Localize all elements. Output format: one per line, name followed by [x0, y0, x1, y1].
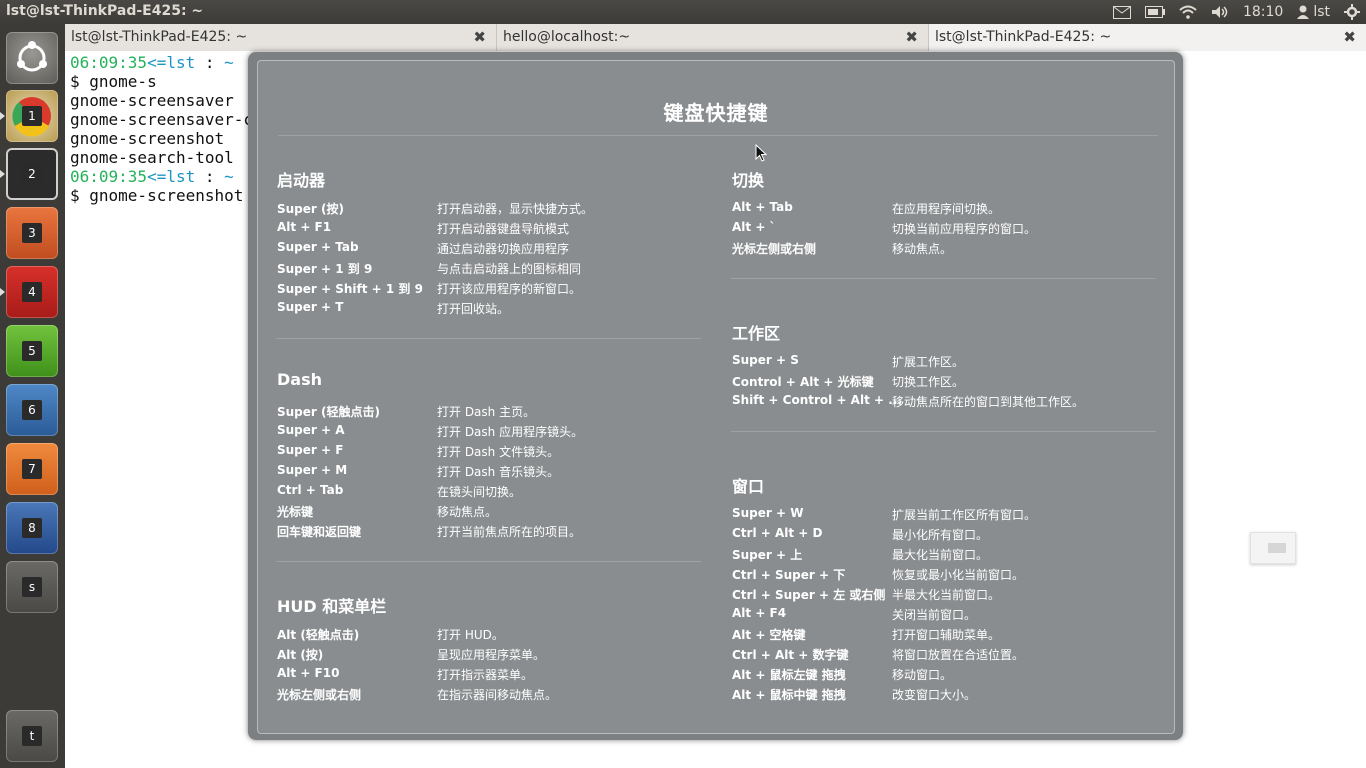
- tab-label: lst@lst-ThinkPad-E425: ~: [935, 29, 1112, 45]
- launcher-badge: 8: [22, 518, 42, 538]
- prompt-line: 06:09:35<=lst : ~: [70, 167, 234, 186]
- running-indicator: [0, 112, 5, 120]
- close-icon[interactable]: ✖: [1343, 28, 1356, 46]
- running-indicator: [0, 170, 5, 178]
- tab-1[interactable]: lst@lst-ThinkPad-E425: ~ ✖: [65, 24, 497, 51]
- volume-icon[interactable]: [1211, 5, 1229, 19]
- prompt-line: 06:09:35<=lst : ~: [70, 53, 234, 72]
- section-launcher: 启动器 Super (按) 打开启动器，显示快捷方式。 Alt + F1 打开启动器…: [277, 167, 593, 316]
- user-menu[interactable]: lst: [1297, 4, 1330, 20]
- section-heading: HUD 和菜单栏: [277, 597, 387, 616]
- shortcuts-overlay: 键盘快捷键 启动器 Super (按) 打开启动器，显示快捷方式。 Alt + F…: [248, 52, 1183, 740]
- launcher-badge: 7: [22, 459, 42, 479]
- app-green-icon[interactable]: 5: [6, 325, 58, 377]
- terminal-line: $ gnome-screenshot: [70, 186, 244, 205]
- section-heading: Dash: [277, 370, 322, 389]
- divider: [276, 338, 701, 339]
- wifi-icon[interactable]: [1179, 5, 1197, 19]
- clock[interactable]: 18:10: [1243, 4, 1283, 20]
- launcher-badge: 3: [22, 223, 42, 243]
- terminal-icon[interactable]: 2: [0, 148, 58, 200]
- notification-bubble: [1250, 532, 1296, 564]
- divider: [731, 431, 1156, 432]
- terminal-line: gnome-search-tool: [70, 148, 234, 167]
- tab-3[interactable]: lst@lst-ThinkPad-E425: ~ ✖: [929, 24, 1366, 51]
- launcher-badge: 1: [22, 106, 42, 126]
- mouse-cursor-icon: [755, 143, 768, 166]
- tab-2[interactable]: hello@localhost:~ ✖: [497, 24, 929, 51]
- section-switching: 切换 Alt + Tab 在应用程序间切换。 Alt + ` 切换当前应用程序的窗口…: [732, 167, 1036, 256]
- launcher-badge: 5: [22, 341, 42, 361]
- divider: [731, 278, 1156, 279]
- terminal-line: $ gnome-s: [70, 72, 157, 91]
- section-dash: Dash Super (轻触点击) 打开 Dash 主页。 Super + A 打开…: [277, 370, 584, 539]
- dash-home-icon[interactable]: [6, 32, 58, 84]
- chrome-icon[interactable]: 1: [0, 90, 58, 142]
- tab-label: lst@lst-ThinkPad-E425: ~: [71, 29, 248, 45]
- close-icon[interactable]: ✖: [905, 28, 918, 46]
- tab-label: hello@localhost:~: [503, 29, 631, 45]
- overlay-title: 键盘快捷键: [663, 101, 769, 125]
- section-heading: 工作区: [732, 324, 781, 343]
- launcher-badge: s: [22, 577, 42, 597]
- close-icon[interactable]: ✖: [473, 28, 486, 46]
- launcher-badge: t: [22, 726, 42, 746]
- section-windows: 窗口 Super + W 扩展当前工作区所有窗口。 Ctrl + Alt + D最…: [732, 473, 1036, 702]
- trash-icon[interactable]: t: [6, 710, 58, 762]
- files-icon[interactable]: 3: [6, 207, 58, 259]
- terminal-line: gnome-screensaver: [70, 91, 234, 110]
- section-heading: 启动器: [277, 171, 326, 190]
- top-panel: lst@lst-ThinkPad-E425: ~ 18:10 lst: [0, 0, 1366, 24]
- launcher-badge: 6: [22, 400, 42, 420]
- section-heading: 窗口: [732, 477, 765, 496]
- terminal-line: gnome-screenshot: [70, 129, 225, 148]
- divider: [278, 135, 1158, 136]
- indicator-tray: 18:10 lst: [1112, 0, 1360, 24]
- launcher: 1 2 3 4 5 6 7 8 s t: [0, 24, 66, 768]
- battery-icon[interactable]: [1144, 6, 1165, 18]
- mail-icon[interactable]: [1112, 5, 1131, 19]
- thunderbird-icon[interactable]: 6: [6, 384, 58, 436]
- window-title: lst@lst-ThinkPad-E425: ~: [6, 3, 204, 19]
- launcher-badge: 2: [22, 164, 42, 184]
- filezilla-icon[interactable]: 4: [0, 266, 58, 318]
- workspace-switcher-icon[interactable]: s: [6, 561, 58, 613]
- system-settings-icon[interactable]: 7: [6, 443, 58, 495]
- user-icon: [1297, 5, 1310, 19]
- shortcuts-panel: 键盘快捷键 启动器 Super (按) 打开启动器，显示快捷方式。 Alt + F…: [257, 60, 1175, 734]
- user-name: lst: [1313, 4, 1330, 20]
- divider: [276, 561, 701, 562]
- section-workspaces: 工作区 Super + S 扩展工作区。 Control + Alt + 光标键切…: [732, 320, 1084, 409]
- terminal-tab-bar: lst@lst-ThinkPad-E425: ~ ✖ hello@localho…: [65, 24, 1366, 52]
- section-heading: 切换: [732, 171, 765, 190]
- section-hud: HUD 和菜单栏 Alt (轻触点击) 打开 HUD。 Alt (按) 呈现应用程序…: [277, 593, 557, 702]
- running-indicator: [0, 288, 5, 296]
- launcher-badge: 4: [22, 282, 42, 302]
- virtualbox-icon[interactable]: 8: [6, 502, 58, 554]
- session-gear-icon[interactable]: [1344, 4, 1360, 20]
